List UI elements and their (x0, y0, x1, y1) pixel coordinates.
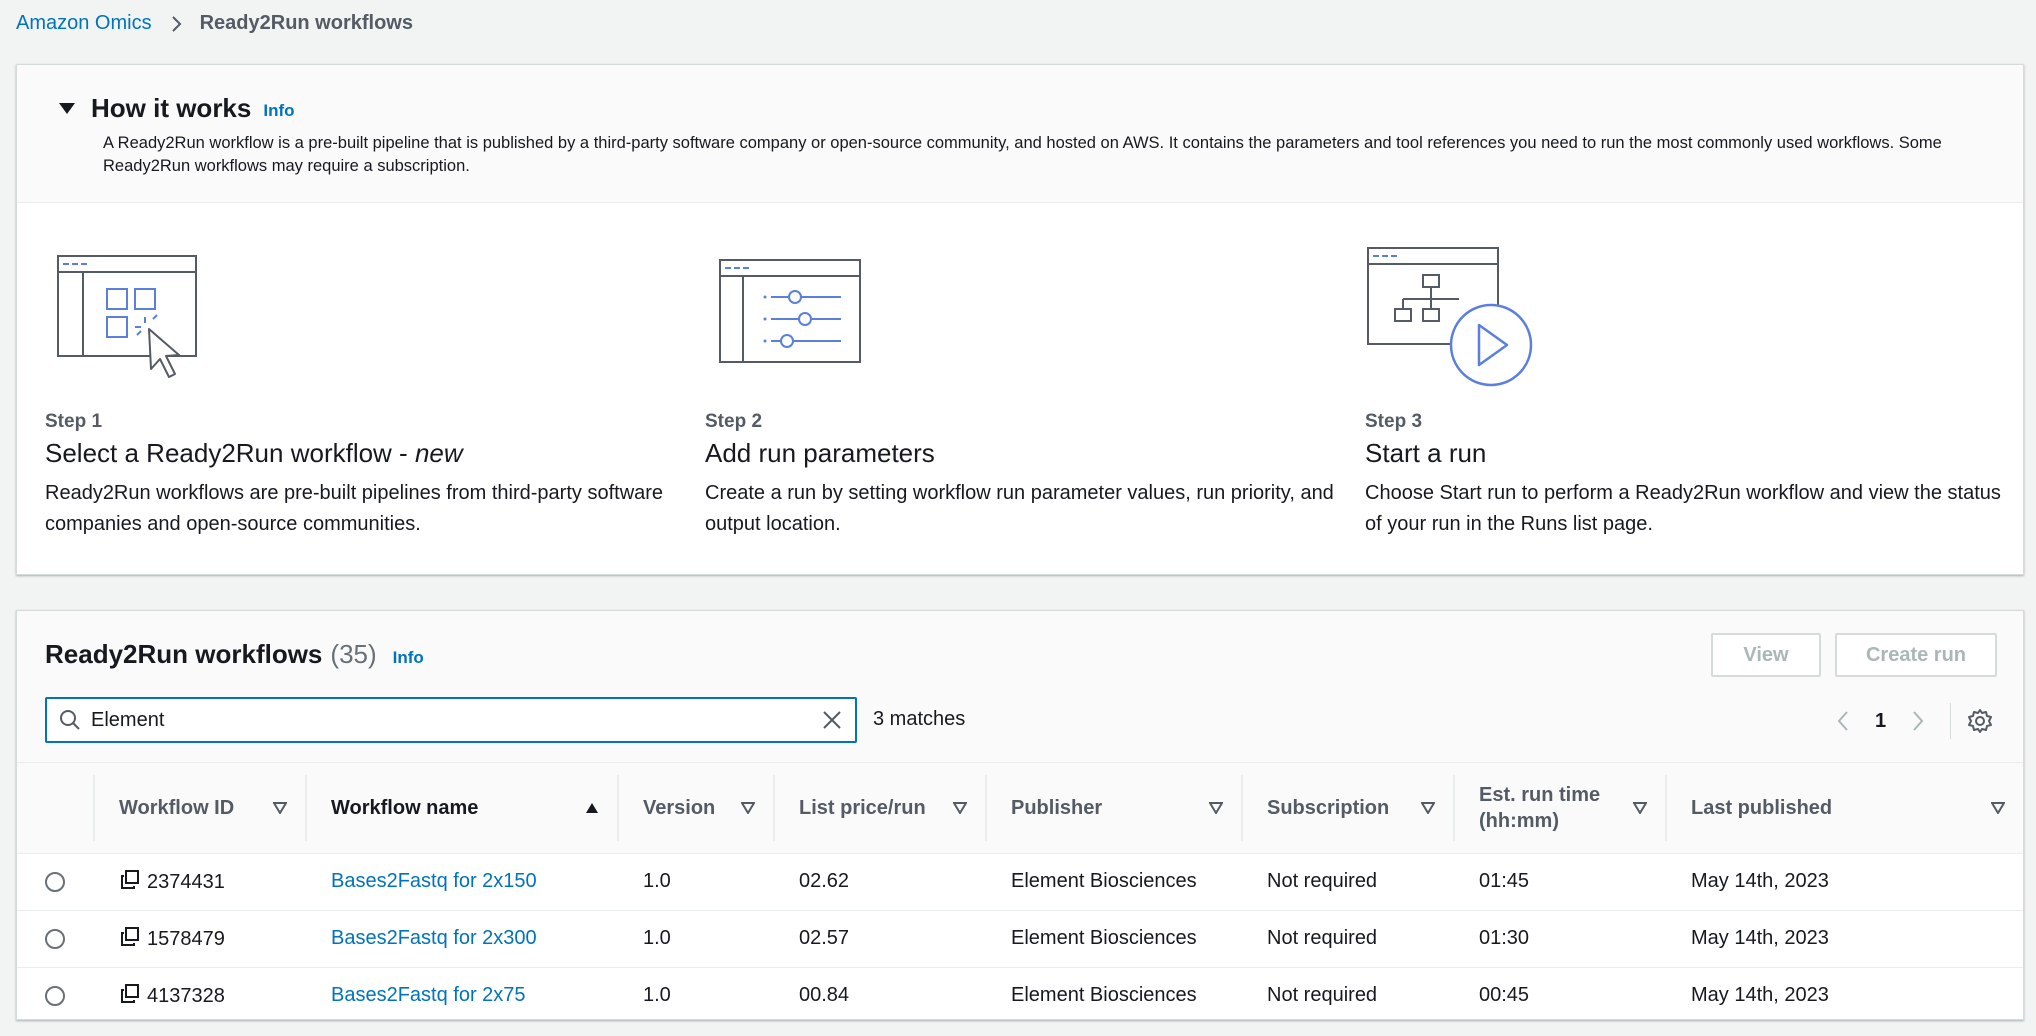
subscription-cell: Not required (1267, 984, 1378, 1007)
steps-container: Step 1 Select a Ready2Run workflow - new… (17, 203, 2023, 573)
publisher-cell: Element Biosciences (1011, 870, 1197, 892)
sort-descending-icon[interactable] (273, 801, 287, 814)
row-select-radio[interactable] (45, 928, 65, 949)
workflow-id: 1578479 (147, 928, 225, 950)
how-it-works-panel: How it works Info A Ready2Run workflow i… (16, 64, 2024, 575)
workflows-header: Ready2Run workflows (35) Info View Creat… (17, 611, 2023, 763)
header-workflow-id[interactable]: Workflow ID (93, 763, 305, 854)
sort-descending-icon[interactable] (1421, 801, 1435, 814)
step-2-title: Add run parameters (705, 438, 935, 468)
header-publisher[interactable]: Publisher (985, 763, 1241, 854)
version-cell: 1.0 (643, 927, 671, 949)
start-run-illustration-icon (1367, 247, 1533, 387)
header-version[interactable]: Version (617, 763, 773, 854)
header-last-published[interactable]: Last published (1665, 763, 2023, 854)
view-button[interactable]: View (1711, 633, 1821, 677)
publisher-cell: Element Biosciences (1011, 927, 1197, 949)
how-it-works-header: How it works Info A Ready2Run workflow i… (17, 65, 2023, 203)
subscription-cell: Not required (1267, 927, 1378, 949)
table-row[interactable]: 2374431 Bases2Fastq for 2x150 1.0 02.62 … (17, 853, 2023, 910)
header-subscription[interactable]: Subscription (1241, 763, 1453, 854)
create-run-button[interactable]: Create run (1835, 633, 1997, 677)
row-select-radio[interactable] (45, 985, 65, 1006)
search-input[interactable] (91, 708, 821, 732)
workflows-info-link[interactable]: Info (393, 648, 424, 668)
parameters-illustration-icon (719, 259, 861, 363)
price-cell: 02.57 (799, 927, 850, 949)
published-cell: May 14th, 2023 (1691, 984, 1829, 1007)
sort-descending-icon[interactable] (1209, 801, 1223, 814)
workflow-name-link[interactable]: Bases2Fastq for 2x75 (331, 984, 526, 1006)
sort-descending-icon[interactable] (741, 801, 755, 814)
settings-gear-icon[interactable] (1967, 708, 1993, 734)
row-select-radio[interactable] (45, 871, 65, 892)
workflows-table: Workflow ID Workflow name Version List p… (17, 763, 2023, 1024)
chevron-right-icon (166, 14, 186, 34)
sort-descending-icon[interactable] (953, 801, 967, 814)
pagination: 1 (1835, 703, 1993, 739)
step-2-text: Create a run by setting workflow run par… (705, 482, 1334, 535)
breadcrumb-link-amazon-omics[interactable]: Amazon Omics (16, 12, 152, 35)
step-2-label: Step 2 (705, 411, 763, 432)
sort-descending-icon[interactable] (1633, 801, 1647, 814)
step-3-text: Choose Start run to perform a Ready2Run … (1365, 482, 2001, 535)
previous-page-icon[interactable] (1835, 709, 1851, 733)
version-cell: 1.0 (643, 984, 671, 1007)
workflow-name-link[interactable]: Bases2Fastq for 2x150 (331, 870, 537, 892)
how-it-works-description: A Ready2Run workflow is a pre-built pipe… (103, 134, 1942, 175)
step-1-title: Select a Ready2Run workflow - new (45, 438, 463, 468)
header-list-price[interactable]: List price/run (773, 763, 985, 854)
workflows-panel: Ready2Run workflows (35) Info View Creat… (16, 610, 2024, 1020)
copy-icon[interactable] (119, 926, 141, 948)
table-header-row: Workflow ID Workflow name Version List p… (17, 763, 2023, 854)
caret-down-icon[interactable] (59, 103, 75, 114)
next-page-icon[interactable] (1910, 709, 1926, 733)
how-it-works-info-link[interactable]: Info (263, 101, 294, 121)
step-3-title: Start a run (1365, 438, 1487, 468)
price-cell: 00.84 (799, 984, 850, 1007)
publisher-cell: Element Biosciences (1011, 984, 1197, 1007)
runtime-cell: 01:45 (1479, 870, 1530, 892)
header-workflow-name[interactable]: Workflow name (305, 763, 617, 854)
workflows-title: Ready2Run workflows (35) Info (45, 639, 424, 670)
copy-icon[interactable] (119, 983, 141, 1005)
breadcrumb-current: Ready2Run workflows (199, 12, 413, 34)
select-workflow-illustration-icon (57, 255, 197, 378)
header-select (17, 763, 93, 854)
workflows-count: (35) (330, 639, 377, 669)
workflows-title-text: Ready2Run workflows (45, 639, 323, 669)
step-1-text: Ready2Run workflows are pre-built pipeli… (45, 482, 664, 535)
sort-descending-icon[interactable] (1991, 801, 2005, 814)
matches-count: 3 matches (873, 708, 966, 730)
sort-ascending-icon[interactable] (585, 802, 599, 814)
workflow-id: 4137328 (147, 985, 225, 1008)
version-cell: 1.0 (643, 870, 671, 892)
runtime-cell: 01:30 (1479, 927, 1530, 949)
step-1-label: Step 1 (45, 411, 103, 432)
search-icon (60, 710, 80, 730)
table-row[interactable]: 4137328 Bases2Fastq for 2x75 1.0 00.84 E… (17, 967, 2023, 1024)
clear-search-icon[interactable] (821, 709, 843, 731)
copy-icon[interactable] (119, 869, 141, 891)
subscription-cell: Not required (1267, 870, 1378, 892)
pager-divider (1950, 703, 1952, 739)
runtime-cell: 00:45 (1479, 984, 1530, 1007)
workflow-name-link[interactable]: Bases2Fastq for 2x300 (331, 927, 537, 949)
table-row[interactable]: 1578479 Bases2Fastq for 2x300 1.0 02.57 … (17, 910, 2023, 967)
published-cell: May 14th, 2023 (1691, 870, 1829, 892)
how-it-works-title[interactable]: How it works (91, 93, 251, 124)
workflow-id: 2374431 (147, 871, 225, 893)
breadcrumb: Amazon Omics Ready2Run workflows (16, 12, 413, 35)
current-page-number[interactable]: 1 (1875, 710, 1886, 733)
search-box (45, 697, 857, 743)
price-cell: 02.62 (799, 870, 850, 892)
header-est-run-time[interactable]: Est. run time (hh:mm) (1453, 763, 1665, 854)
published-cell: May 14th, 2023 (1691, 927, 1829, 949)
step-3-label: Step 3 (1365, 411, 1423, 432)
